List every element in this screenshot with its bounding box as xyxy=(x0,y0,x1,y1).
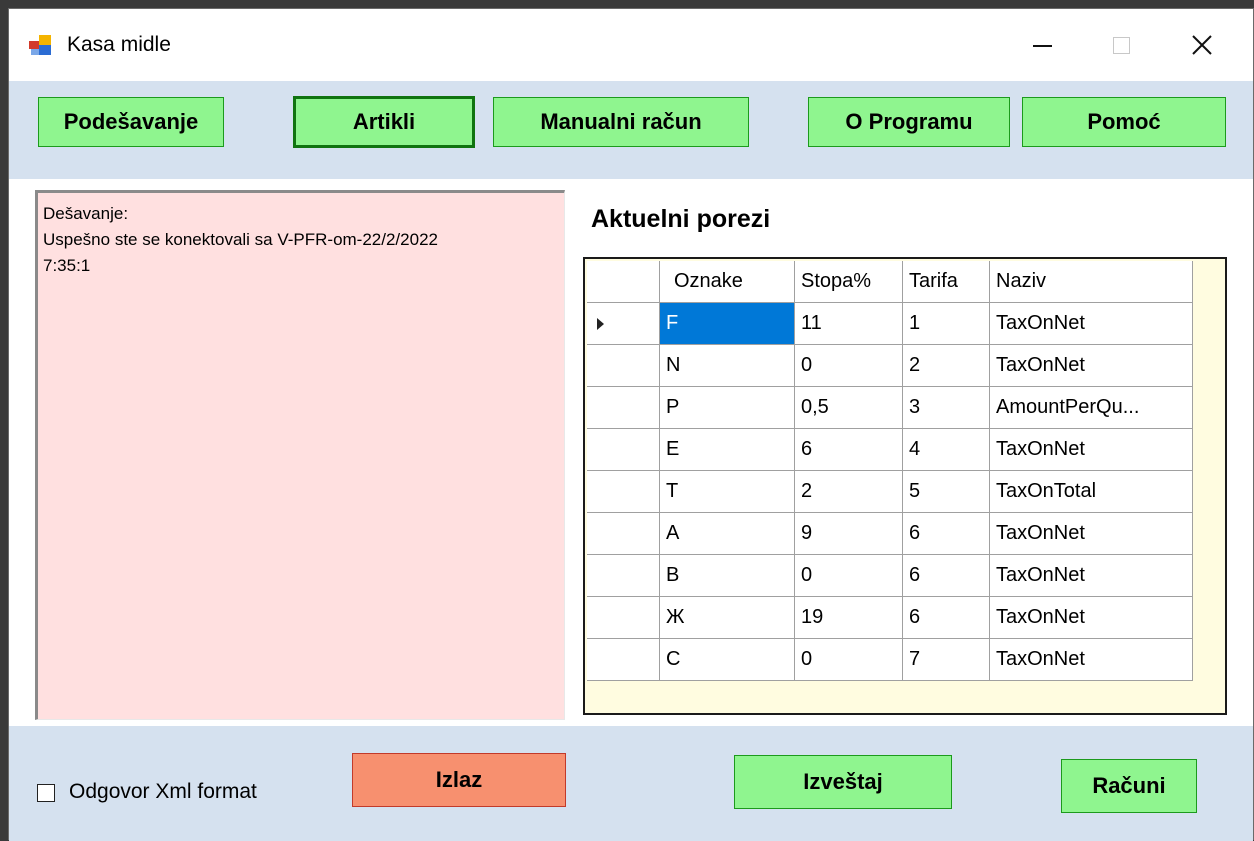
window-title: Kasa midle xyxy=(67,33,171,56)
cell-stopa[interactable]: 9 xyxy=(794,512,903,555)
cell-stopa[interactable]: 0 xyxy=(794,554,903,597)
cell-stopa[interactable]: 19 xyxy=(794,596,903,639)
current-row-arrow-icon xyxy=(597,317,604,330)
event-log[interactable]: Dešavanje: Uspešno ste se konektovali sa… xyxy=(35,190,565,720)
cell-stopa[interactable]: 2 xyxy=(794,470,903,513)
xml-format-label: Odgovor Xml format xyxy=(69,780,257,803)
cell-tarifa[interactable]: 7 xyxy=(902,638,990,681)
row-header[interactable] xyxy=(587,470,660,513)
cell-oznake[interactable]: T xyxy=(659,470,795,513)
minimize-icon[interactable] xyxy=(1019,23,1065,67)
row-header[interactable] xyxy=(587,512,660,555)
table-row[interactable]: A 9 6 TaxOnNet xyxy=(587,512,1193,555)
cell-oznake[interactable]: N xyxy=(659,344,795,387)
row-header[interactable] xyxy=(587,344,660,387)
log-line: Dešavanje: xyxy=(43,204,129,223)
row-header[interactable] xyxy=(587,302,660,345)
cell-naziv[interactable]: TaxOnNet xyxy=(989,512,1193,555)
cell-naziv[interactable]: TaxOnNet xyxy=(989,428,1193,471)
log-line: 7:35:1 xyxy=(43,256,91,275)
cell-tarifa[interactable]: 5 xyxy=(902,470,990,513)
taxes-title: Aktuelni porezi xyxy=(591,205,771,233)
table-row[interactable]: N 0 2 TaxOnNet xyxy=(587,344,1193,387)
cell-tarifa[interactable]: 4 xyxy=(902,428,990,471)
cell-oznake[interactable]: E xyxy=(659,428,795,471)
cell-tarifa[interactable]: 6 xyxy=(902,596,990,639)
row-header[interactable] xyxy=(587,554,660,597)
cell-stopa[interactable]: 0,5 xyxy=(794,386,903,429)
table-row[interactable]: F 11 1 TaxOnNet xyxy=(587,302,1193,345)
app-window: Kasa midle Podešavanje Artikli Manualni … xyxy=(8,8,1254,841)
cell-naziv[interactable]: AmountPerQu... xyxy=(989,386,1193,429)
cell-oznake[interactable]: P xyxy=(659,386,795,429)
table-header-row: Oznake Stopa% Tarifa Naziv xyxy=(587,261,1193,303)
cell-oznake[interactable]: B xyxy=(659,554,795,597)
manual-receipt-button[interactable]: Manualni račun xyxy=(493,97,749,147)
cell-stopa[interactable]: 0 xyxy=(794,638,903,681)
cell-stopa[interactable]: 11 xyxy=(794,302,903,345)
table-row[interactable]: E 6 4 TaxOnNet xyxy=(587,428,1193,471)
table-row[interactable]: Ж 19 6 TaxOnNet xyxy=(587,596,1193,639)
table-row[interactable]: P 0,5 3 AmountPerQu... xyxy=(587,386,1193,429)
cell-tarifa[interactable]: 2 xyxy=(902,344,990,387)
table-row[interactable]: B 0 6 TaxOnNet xyxy=(587,554,1193,597)
settings-button[interactable]: Podešavanje xyxy=(38,97,224,147)
cell-tarifa[interactable]: 3 xyxy=(902,386,990,429)
column-header-stopa[interactable]: Stopa% xyxy=(794,261,903,303)
cell-tarifa[interactable]: 1 xyxy=(902,302,990,345)
help-button[interactable]: Pomoć xyxy=(1022,97,1226,147)
log-line: Uspešno ste se konektovali sa V-PFR-om-2… xyxy=(43,230,438,249)
row-header[interactable] xyxy=(587,386,660,429)
cell-stopa[interactable]: 6 xyxy=(794,428,903,471)
maximize-icon[interactable] xyxy=(1099,23,1145,67)
cell-tarifa[interactable]: 6 xyxy=(902,512,990,555)
close-icon[interactable] xyxy=(1179,23,1225,67)
cell-naziv[interactable]: TaxOnNet xyxy=(989,596,1193,639)
column-header-naziv[interactable]: Naziv xyxy=(989,261,1193,303)
table-row[interactable]: C 0 7 TaxOnNet xyxy=(587,638,1193,681)
taxes-table: Oznake Stopa% Tarifa Naziv F 11 1 TaxOnNet N… xyxy=(587,261,1193,681)
cell-stopa[interactable]: 0 xyxy=(794,344,903,387)
cell-naziv[interactable]: TaxOnNet xyxy=(989,554,1193,597)
row-header[interactable] xyxy=(587,428,660,471)
column-header-tarifa[interactable]: Tarifa xyxy=(902,261,990,303)
row-header-corner xyxy=(587,261,660,303)
taxes-grid[interactable]: Oznake Stopa% Tarifa Naziv F 11 1 TaxOnNet N… xyxy=(583,257,1227,715)
cell-tarifa[interactable]: 6 xyxy=(902,554,990,597)
cell-oznake[interactable]: Ж xyxy=(659,596,795,639)
report-button[interactable]: Izveštaj xyxy=(734,755,952,809)
about-button[interactable]: O Programu xyxy=(808,97,1010,147)
title-bar: Kasa midle xyxy=(9,9,1253,81)
cell-naziv[interactable]: TaxOnNet xyxy=(989,638,1193,681)
column-header-oznake[interactable]: Oznake xyxy=(659,261,795,303)
cell-oznake[interactable]: F xyxy=(659,302,795,345)
row-header[interactable] xyxy=(587,596,660,639)
cell-oznake[interactable]: A xyxy=(659,512,795,555)
receipts-button[interactable]: Računi xyxy=(1061,759,1197,813)
items-button[interactable]: Artikli xyxy=(293,96,475,148)
table-row[interactable]: T 2 5 TaxOnTotal xyxy=(587,470,1193,513)
app-icon xyxy=(29,35,51,55)
cell-naziv[interactable]: TaxOnNet xyxy=(989,302,1193,345)
exit-button[interactable]: Izlaz xyxy=(352,753,566,807)
cell-naziv[interactable]: TaxOnNet xyxy=(989,344,1193,387)
xml-format-checkbox[interactable] xyxy=(37,784,55,802)
cell-naziv[interactable]: TaxOnTotal xyxy=(989,470,1193,513)
cell-oznake[interactable]: C xyxy=(659,638,795,681)
row-header[interactable] xyxy=(587,638,660,681)
